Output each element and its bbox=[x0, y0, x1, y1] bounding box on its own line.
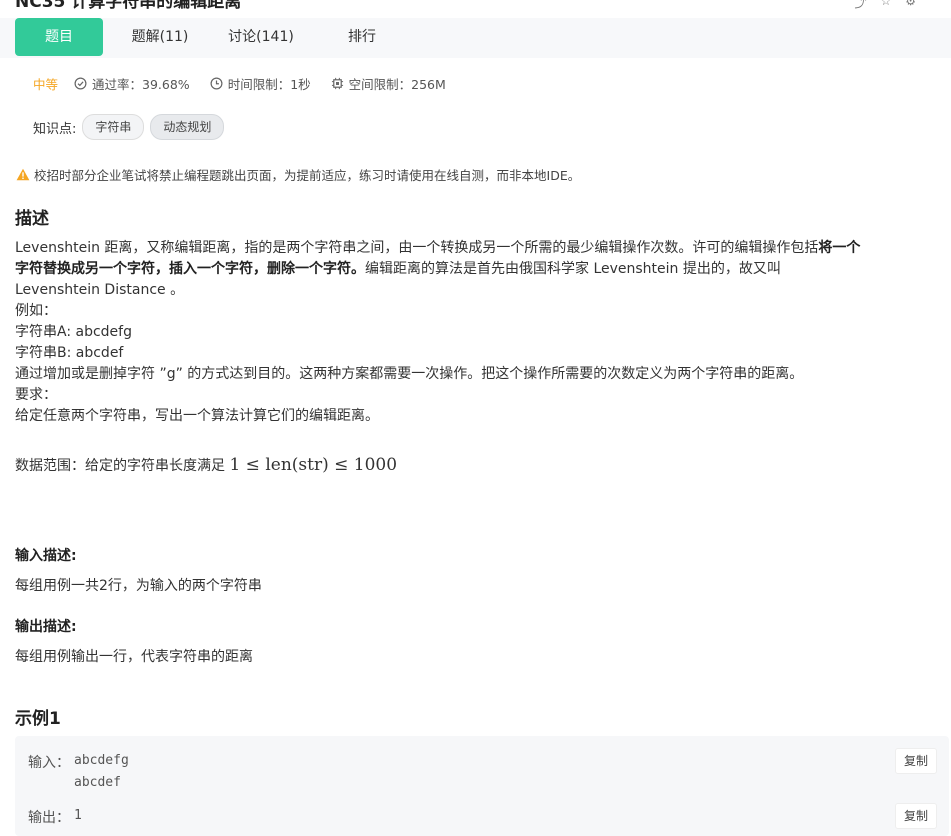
pass-rate: 通过率：39.68% bbox=[74, 74, 190, 93]
problem-meta: 中等 通过率：39.68% 时间限制：1秒 空间限制：256M bbox=[33, 74, 466, 93]
requirement-text: 给定任意两个字符串，写出一个算法计算它们的编辑距离。 bbox=[15, 408, 379, 424]
top-icons: ⤴ ☆ ⚙ bbox=[854, 0, 916, 11]
description-heading: 描述 bbox=[15, 209, 49, 229]
space-limit-text: 空间限制：256M bbox=[348, 77, 446, 92]
output-desc-heading: 输出描述: bbox=[15, 619, 77, 635]
requirement-label: 要求： bbox=[15, 387, 57, 403]
warning-text: 校招时部分企业笔试将禁止编程题跳出页面，为提前适应，练习时请使用在线自测，而非本… bbox=[34, 168, 581, 183]
example-box: 输入： abcdefg abcdef 复制 输出： 1 复制 bbox=[15, 736, 949, 836]
chip-icon bbox=[331, 77, 343, 90]
description-line-3: Levenshtein Distance 。 bbox=[15, 282, 185, 298]
description-text-1a: Levenshtein 距离，又称编辑距离，指的是两个字符串之间，由一个转换成另… bbox=[15, 240, 819, 256]
example-output-label: 输出： bbox=[28, 810, 70, 826]
description-bold-2: 字符替换成另一个字符，插入一个字符，删除一个字符。 bbox=[15, 261, 365, 277]
time-limit: 时间限制：1秒 bbox=[210, 74, 311, 93]
check-circle-icon bbox=[74, 77, 87, 90]
data-range-formula: 1 ≤ len(str) ≤ 1000 bbox=[229, 455, 398, 475]
example-output-value: 1 bbox=[74, 808, 82, 823]
settings-icon[interactable]: ⚙ bbox=[905, 0, 916, 11]
knowledge-label: 知识点: bbox=[33, 121, 77, 137]
tag-string[interactable]: 字符串 bbox=[82, 114, 145, 140]
tag-dynamic-programming[interactable]: 动态规划 bbox=[150, 114, 225, 140]
time-limit-text: 时间限制：1秒 bbox=[227, 77, 311, 92]
input-desc-text: 每组用例一共2行，为输入的两个字符串 bbox=[15, 578, 262, 594]
problem-title: NC35 计算字符串的编辑距离 bbox=[15, 0, 242, 12]
example-input-label: 输入： bbox=[28, 755, 70, 771]
description-text-1b: 编辑距离的算法是首先由俄国科学家 Levenshtein 提出的，故又叫 bbox=[365, 261, 781, 277]
tab-ranking[interactable]: 排行 bbox=[322, 18, 402, 56]
tab-discussion[interactable]: 讨论(141) bbox=[214, 18, 308, 56]
description-line-p2: 通过增加或是删掉字符 ”g” 的方式达到目的。这两种方案都需要一次操作。把这个操… bbox=[15, 366, 804, 382]
description-body: Levenshtein 距离，又称编辑距离，指的是两个字符串之间，由一个转换成另… bbox=[15, 238, 940, 427]
star-icon[interactable]: ☆ bbox=[880, 0, 891, 11]
description-line-2: 字符替换成另一个字符，插入一个字符，删除一个字符。编辑距离的算法是首先由俄国科学… bbox=[15, 259, 940, 280]
example-heading: 示例1 bbox=[15, 709, 61, 729]
warning-icon bbox=[16, 168, 30, 181]
string-a: 字符串A: abcdefg bbox=[15, 324, 132, 340]
example-label: 例如： bbox=[15, 303, 57, 319]
tab-bar: 题目 题解(11) 讨论(141) 排行 bbox=[0, 18, 951, 58]
example-input-line-1: abcdefg bbox=[74, 753, 129, 768]
data-range: 数据范围：给定的字符串长度满足 1 ≤ len(str) ≤ 1000 bbox=[15, 455, 397, 477]
copy-output-button[interactable]: 复制 bbox=[895, 803, 937, 829]
copy-input-button[interactable]: 复制 bbox=[895, 748, 937, 774]
knowledge-points: 知识点: 字符串 动态规划 bbox=[33, 114, 225, 140]
pass-rate-text: 通过率：39.68% bbox=[92, 77, 190, 92]
input-desc-heading: 输入描述: bbox=[15, 548, 77, 564]
output-desc-text: 每组用例输出一行，代表字符串的距离 bbox=[15, 649, 253, 665]
exam-warning: 校招时部分企业笔试将禁止编程题跳出页面，为提前适应，练习时请使用在线自测，而非本… bbox=[16, 165, 580, 184]
tab-problem[interactable]: 题目 bbox=[15, 18, 103, 56]
share-icon[interactable]: ⤴ bbox=[854, 0, 866, 11]
data-range-label: 数据范围：给定的字符串长度满足 bbox=[15, 458, 225, 474]
tab-solutions[interactable]: 题解(11) bbox=[118, 18, 202, 56]
description-line-1: Levenshtein 距离，又称编辑距离，指的是两个字符串之间，由一个转换成另… bbox=[15, 238, 940, 259]
description-bold-1: 将一个 bbox=[818, 240, 861, 256]
example-input-line-2: abcdef bbox=[74, 775, 121, 790]
difficulty-label: 中等 bbox=[33, 77, 59, 92]
string-b: 字符串B: abcdef bbox=[15, 345, 124, 361]
clock-icon bbox=[210, 77, 223, 90]
top-title-bar: NC35 计算字符串的编辑距离 ⤴ ☆ ⚙ bbox=[0, 0, 951, 18]
space-limit: 空间限制：256M bbox=[331, 74, 446, 93]
